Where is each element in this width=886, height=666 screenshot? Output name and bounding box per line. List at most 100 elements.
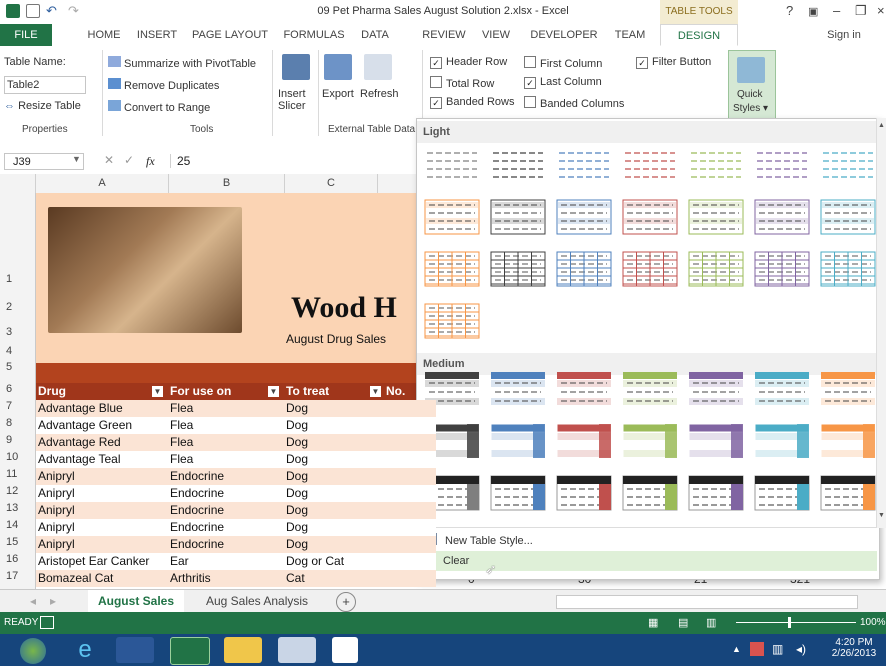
zoom-slider-thumb[interactable] [788,617,791,628]
column-header-a[interactable]: A [36,174,169,193]
table-cell[interactable]: Flea [170,418,193,432]
table-style-swatch[interactable] [753,473,811,513]
table-style-swatch[interactable] [423,145,481,185]
table-style-swatch[interactable] [687,145,745,185]
checkbox-last-column[interactable]: ✓ [524,77,536,89]
table-cell[interactable]: Endocrine [170,503,224,517]
page-layout-view-icon[interactable]: ▤ [678,616,688,629]
filter-dropdown-icon[interactable]: ▼ [268,386,279,397]
table-style-swatch[interactable] [489,249,547,289]
new-table-style-item[interactable]: New Table Style... [423,531,533,551]
first-column-checkbox[interactable]: First Column [524,56,602,70]
table-cell[interactable]: Advantage Teal [38,452,121,466]
header-row-checkbox[interactable]: ✓ Header Row [430,56,507,69]
zoom-level[interactable]: 100% [860,617,886,628]
volume-icon[interactable]: ◂) [796,642,806,656]
row-header-2[interactable]: 2 [0,301,35,313]
sign-in-link[interactable]: Sign in [818,24,870,46]
summarize-pivot-button[interactable]: Summarize with PivotTable [108,56,256,70]
table-style-swatch[interactable] [621,421,679,461]
cancel-icon[interactable]: ✕ [104,153,114,167]
resize-table-button[interactable]: ⇔ Resize Table [4,100,81,112]
row-header-14[interactable]: 14 [0,519,35,531]
tab-formulas[interactable]: FORMULAS [280,24,348,46]
table-cell[interactable]: Flea [170,435,193,449]
table-cell[interactable]: Advantage Red [38,435,121,449]
table-cell[interactable]: Dog [286,520,308,534]
tab-file[interactable]: FILE [0,24,52,46]
table-cell[interactable]: Flea [170,452,193,466]
table-style-swatch[interactable] [819,249,877,289]
table-style-swatch[interactable] [687,421,745,461]
convert-to-range-button[interactable]: Convert to Range [108,100,210,114]
scroll-up-icon[interactable]: ▲ [878,122,885,129]
table-style-swatch[interactable] [753,197,811,237]
table-cell[interactable]: Endocrine [170,520,224,534]
banded-columns-checkbox[interactable]: Banded Columns [524,96,624,110]
excel-taskbar-icon[interactable] [170,637,210,665]
help-icon[interactable]: ? [786,3,793,18]
table-style-swatch[interactable] [819,421,877,461]
row-header-9[interactable]: 9 [0,434,35,446]
row-header-4[interactable]: 4 [0,345,35,357]
table-style-swatch[interactable] [753,145,811,185]
row-header-8[interactable]: 8 [0,417,35,429]
maximize-icon[interactable]: ❐ [855,3,867,19]
clock[interactable]: 4:20 PM 2/26/2013 [826,637,882,659]
table-style-swatch[interactable] [621,473,679,513]
insert-slicer-button[interactable]: Insert Slicer [278,88,306,112]
tab-review[interactable]: REVIEW [418,24,470,46]
ribbon-display-icon[interactable]: ▣ [808,5,818,18]
snipping-tool-icon[interactable] [278,637,316,663]
tab-data[interactable]: DATA [354,24,396,46]
checkbox-banded-columns[interactable] [524,96,536,108]
table-style-swatch[interactable] [555,369,613,409]
table-style-swatch[interactable] [753,421,811,461]
scroll-down-icon[interactable]: ▼ [878,512,885,519]
export-button[interactable]: Export [322,88,354,100]
tab-view[interactable]: VIEW [476,24,516,46]
table-style-swatch[interactable] [687,473,745,513]
table-style-swatch[interactable] [687,369,745,409]
tab-developer[interactable]: DEVELOPER [528,24,600,46]
refresh-button[interactable]: Refresh [360,88,399,100]
show-hidden-icons[interactable]: ▲ [732,644,741,654]
normal-view-icon[interactable]: ▦ [648,616,658,629]
table-style-swatch[interactable] [753,369,811,409]
row-header-15[interactable]: 15 [0,536,35,548]
table-style-swatch[interactable] [555,197,613,237]
sheet-tab-aug-sales-analysis[interactable]: Aug Sales Analysis [196,590,318,612]
table-cell[interactable]: Dog [286,503,308,517]
table-header-drug[interactable]: Drug [38,384,66,398]
row-header-5[interactable]: 5 [0,361,35,373]
column-header-c[interactable]: C [285,174,378,193]
table-cell[interactable]: Anipryl [38,503,75,517]
filter-dropdown-icon[interactable]: ▼ [370,386,381,397]
network-icon[interactable]: ▥ [772,642,783,656]
filter-dropdown-icon[interactable]: ▼ [152,386,163,397]
table-header-for-use-on[interactable]: For use on [170,384,231,398]
row-header-3[interactable]: 3 [0,326,35,338]
tab-home[interactable]: HOME [82,24,126,46]
file-explorer-icon[interactable] [224,637,262,663]
table-style-swatch[interactable] [423,197,481,237]
table-cell[interactable]: Dog [286,452,308,466]
table-style-swatch[interactable] [423,249,481,289]
word-icon[interactable] [116,637,154,663]
sheet-tab-august-sales[interactable]: August Sales [88,590,184,614]
table-style-swatch[interactable] [489,369,547,409]
table-style-swatch[interactable] [819,369,877,409]
last-column-checkbox[interactable]: ✓ Last Column [524,76,602,89]
table-style-swatch[interactable] [555,473,613,513]
checkbox-header-row[interactable]: ✓ [430,57,442,69]
row-header-12[interactable]: 12 [0,485,35,497]
table-style-swatch[interactable] [555,421,613,461]
table-cell[interactable]: Advantage Green [38,418,132,432]
checkbox-total-row[interactable] [430,76,442,88]
row-header-6[interactable]: 6 [0,383,35,395]
notepad-icon[interactable] [332,637,358,663]
table-cell[interactable]: Advantage Blue [38,401,123,415]
table-style-swatch[interactable] [489,197,547,237]
tab-page-layout[interactable]: PAGE LAYOUT [188,24,272,46]
remove-duplicates-button[interactable]: Remove Duplicates [108,78,219,92]
